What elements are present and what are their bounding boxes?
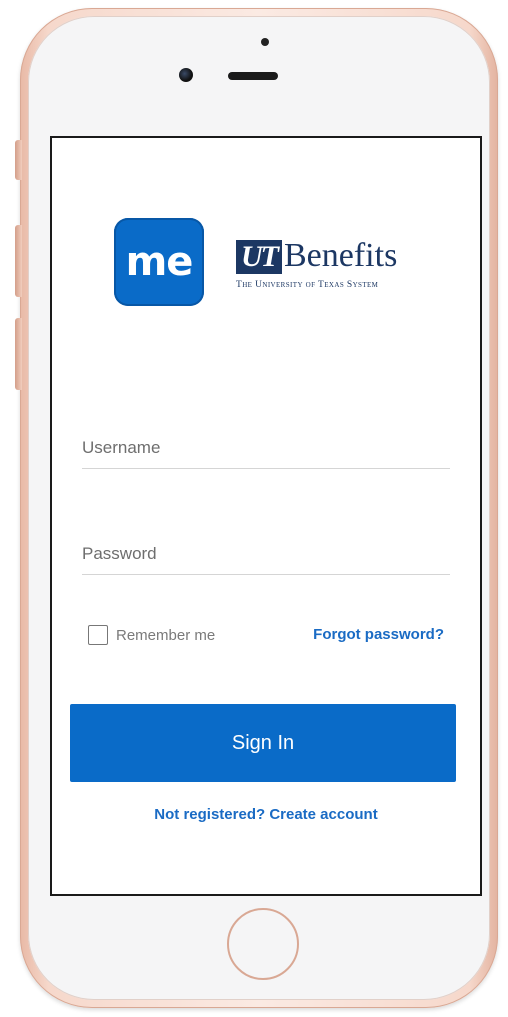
logo-row: me UT Benefits The University of Texas S… bbox=[114, 218, 434, 308]
password-field-container bbox=[82, 534, 450, 575]
forgot-password-link[interactable]: Forgot password? bbox=[313, 626, 444, 643]
username-input[interactable] bbox=[82, 428, 450, 468]
proximity-sensor bbox=[261, 38, 269, 46]
sign-in-button[interactable]: Sign In bbox=[70, 704, 456, 782]
me-app-logo: me bbox=[114, 218, 204, 306]
earpiece-speaker bbox=[228, 72, 278, 80]
remember-me-label: Remember me bbox=[116, 626, 216, 644]
app-screen: me UT Benefits The University of Texas S… bbox=[50, 136, 482, 896]
ut-benefits-title: Benefits bbox=[284, 237, 398, 274]
remember-me-toggle[interactable]: Remember me bbox=[88, 624, 215, 646]
username-field-container bbox=[82, 428, 450, 469]
ut-mark: UT bbox=[236, 240, 282, 274]
create-account-link[interactable]: Not registered? Create account bbox=[52, 806, 480, 823]
volume-up-button bbox=[15, 225, 22, 297]
ut-system-subtitle: The University of Texas System bbox=[236, 280, 379, 290]
password-input[interactable] bbox=[82, 534, 450, 574]
volume-down-button bbox=[15, 318, 22, 390]
front-camera-icon bbox=[179, 68, 193, 82]
mute-switch bbox=[15, 140, 22, 180]
remember-me-checkbox[interactable] bbox=[88, 625, 108, 645]
ut-benefits-logo: UT Benefits The University of Texas Syst… bbox=[236, 236, 436, 296]
home-button[interactable] bbox=[227, 908, 299, 980]
